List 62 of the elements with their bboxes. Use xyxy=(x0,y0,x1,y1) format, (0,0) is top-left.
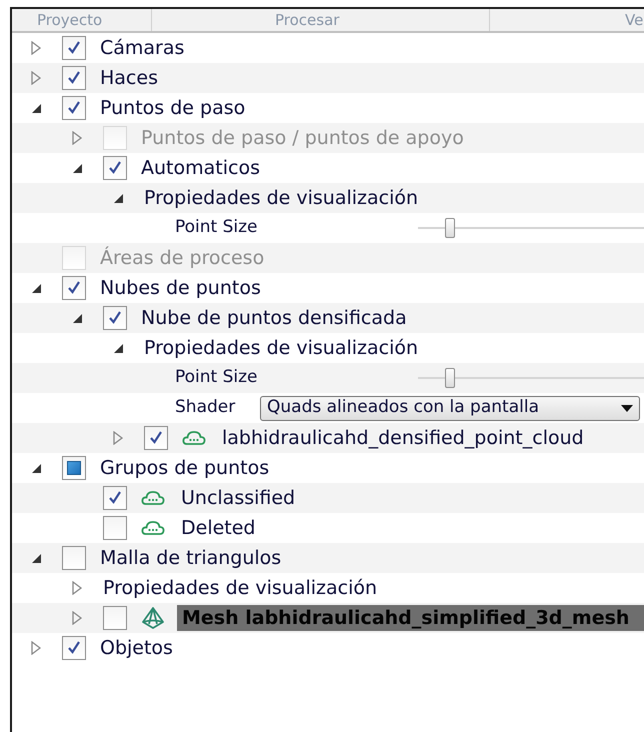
checkbox[interactable] xyxy=(62,546,86,570)
tree-item-label[interactable]: Deleted xyxy=(181,514,256,542)
collapsed-arrow-icon[interactable] xyxy=(72,611,82,625)
collapsed-arrow-icon[interactable] xyxy=(31,641,41,655)
checkbox[interactable] xyxy=(103,486,127,510)
tree-item-label[interactable]: Haces xyxy=(100,64,158,92)
checkbox[interactable] xyxy=(62,636,86,660)
checkbox[interactable] xyxy=(103,516,127,540)
checkbox[interactable] xyxy=(62,36,86,60)
tree-item-label[interactable]: Automaticos xyxy=(141,154,260,182)
check-icon xyxy=(107,310,123,326)
check-icon xyxy=(148,430,164,446)
collapsed-arrow-icon[interactable] xyxy=(72,581,82,595)
dropdown-arrow-icon xyxy=(621,404,633,412)
tree-item-label[interactable]: Nubes de puntos xyxy=(100,274,261,302)
check-icon xyxy=(107,160,123,176)
check-icon xyxy=(66,40,82,56)
indeterminate-square-icon xyxy=(67,461,81,475)
slider-thumb[interactable] xyxy=(444,368,455,388)
check-icon xyxy=(66,100,82,116)
collapsed-arrow-icon[interactable] xyxy=(113,431,123,445)
tree-item-label[interactable]: Grupos de puntos xyxy=(100,454,270,482)
expanded-arrow-icon[interactable] xyxy=(72,312,83,324)
slider-thumb[interactable] xyxy=(444,218,455,238)
tree-item-label[interactable]: Cámaras xyxy=(100,34,184,62)
shader-label: Shader xyxy=(175,396,236,420)
tree-item-label[interactable]: Puntos de paso xyxy=(100,94,246,122)
cloud-icon xyxy=(182,429,206,447)
shader-dropdown[interactable]: Quads alineados con la pantalla xyxy=(260,396,640,420)
check-icon xyxy=(66,280,82,296)
checkbox[interactable] xyxy=(62,66,86,90)
expanded-arrow-icon[interactable] xyxy=(31,102,42,114)
point-size-slider[interactable] xyxy=(418,218,644,238)
point-size-slider[interactable] xyxy=(418,368,644,388)
expanded-arrow-icon[interactable] xyxy=(31,552,42,564)
cloud-icon xyxy=(141,489,165,507)
checkbox[interactable] xyxy=(103,606,127,630)
checkbox[interactable] xyxy=(103,306,127,330)
collapsed-arrow-icon[interactable] xyxy=(31,71,41,85)
pyramid-icon xyxy=(141,606,165,630)
checkbox[interactable] xyxy=(62,276,86,300)
check-icon xyxy=(66,70,82,86)
tree-item-label[interactable]: Mesh labhidraulicahd_simplified_3d_mesh xyxy=(177,605,644,631)
tree-item-label[interactable]: Objetos xyxy=(100,634,173,662)
expanded-arrow-icon[interactable] xyxy=(31,282,42,294)
slider-label: Point Size xyxy=(175,216,259,240)
checkbox[interactable] xyxy=(62,96,86,120)
collapsed-arrow-icon[interactable] xyxy=(31,41,41,55)
expanded-arrow-icon[interactable] xyxy=(31,462,42,474)
checkbox[interactable] xyxy=(103,156,127,180)
expanded-arrow-icon[interactable] xyxy=(113,342,124,354)
slider-label: Point Size xyxy=(175,366,259,390)
tree-item-label[interactable]: Unclassified xyxy=(181,484,296,512)
expanded-arrow-icon[interactable] xyxy=(113,192,124,204)
checkbox[interactable] xyxy=(62,456,86,480)
check-icon xyxy=(66,640,82,656)
tree-item-label[interactable]: Propiedades de visualización xyxy=(103,574,378,602)
check-icon xyxy=(107,490,123,506)
expanded-arrow-icon[interactable] xyxy=(72,162,83,174)
tree-item-label[interactable]: Propiedades de visualización xyxy=(144,334,418,362)
cloud-icon xyxy=(141,519,165,537)
checkbox[interactable] xyxy=(144,426,168,450)
